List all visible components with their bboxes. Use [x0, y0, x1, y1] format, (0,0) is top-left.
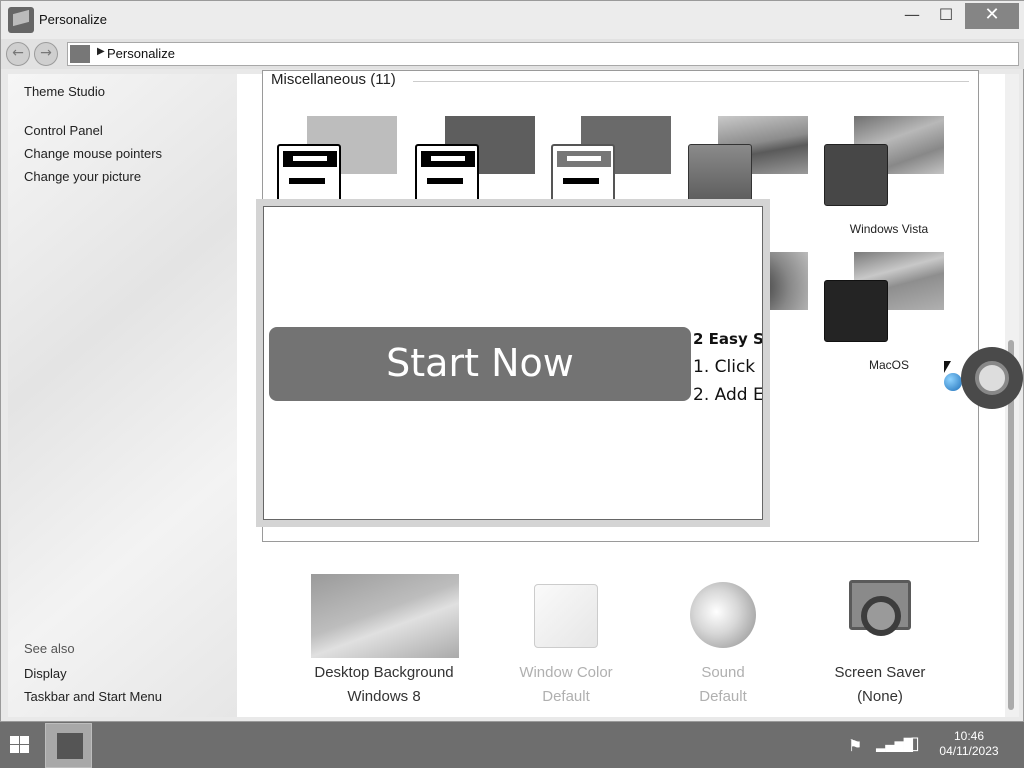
see-also-heading: See also	[24, 641, 75, 656]
maximize-button[interactable]: ☐	[923, 1, 969, 31]
promo-popup: Start Now 2 Easy Ste 1. Click " 2. Add E…	[256, 199, 770, 527]
taskbar-personalize-app[interactable]	[45, 723, 92, 768]
mouse-cursor-icon	[944, 361, 951, 373]
popup-content: Start Now 2 Easy Ste 1. Click " 2. Add E…	[263, 206, 763, 520]
forward-button[interactable]: →	[34, 42, 58, 66]
personalize-window: Personalize — ☐ ✕ ← → ▶ Personalize Them…	[0, 0, 1024, 722]
steps-heading: 2 Easy Ste	[693, 330, 763, 348]
theme-window-preview	[415, 144, 479, 206]
sidebar-link-control-panel[interactable]: Control Panel	[24, 123, 103, 138]
taskbar-clock[interactable]: 10:46 04/11/2023	[936, 729, 1002, 759]
theme-label: MacOS	[868, 358, 909, 372]
action-center-flag-icon[interactable]: ⚑	[848, 736, 862, 755]
address-bar: ← → ▶ Personalize	[1, 39, 1024, 69]
theme-tile-windows-vista[interactable]: Windows Vista	[824, 116, 954, 236]
window-color-swatch	[534, 584, 598, 648]
theme-window-preview	[277, 144, 341, 206]
sidebar-link-taskbar-start-menu[interactable]: Taskbar and Start Menu	[24, 689, 162, 704]
address-field[interactable]: ▶ Personalize	[67, 42, 1019, 66]
desktop-background-value: Windows 8	[347, 688, 421, 705]
windows-start-icon[interactable]	[10, 736, 30, 754]
control-panel-icon	[70, 45, 90, 63]
theme-label: Windows Vista	[849, 222, 929, 236]
desktop-background-thumbnail	[311, 574, 459, 658]
screen-saver-label: Screen Saver	[834, 664, 926, 681]
section-divider	[413, 81, 969, 82]
desktop-background-label: Desktop Background	[314, 664, 454, 681]
theme-tile-macos[interactable]: MacOS	[824, 252, 954, 372]
screen-saver-value: (None)	[857, 688, 903, 705]
clock-date: 04/11/2023	[939, 744, 999, 758]
theme-window-preview	[824, 144, 888, 206]
sidebar-link-change-mouse-pointers[interactable]: Change mouse pointers	[24, 146, 162, 161]
theme-window-preview	[551, 144, 615, 206]
back-button[interactable]: ←	[6, 42, 30, 66]
clock-time: 10:46	[953, 729, 985, 743]
breadcrumb-personalize[interactable]: Personalize	[107, 46, 175, 61]
globe-icon	[944, 373, 962, 391]
close-button[interactable]: ✕	[965, 3, 1019, 29]
no-symbol-icon	[861, 596, 901, 636]
title-bar[interactable]: Personalize — ☐ ✕	[1, 1, 1024, 39]
window-color-value: Default	[542, 688, 590, 705]
window-color-label: Window Color	[519, 664, 613, 681]
sidebar-link-change-your-picture[interactable]: Change your picture	[24, 169, 141, 184]
section-title-miscellaneous: Miscellaneous (11)	[271, 71, 402, 88]
popup-steps: 2 Easy Ste 1. Click " 2. Add Ex	[693, 325, 763, 409]
floating-assistant-button[interactable]	[961, 347, 1023, 409]
sound-label: Sound	[701, 664, 745, 681]
theme-window-preview	[688, 144, 752, 206]
start-now-button[interactable]: Start Now	[269, 327, 691, 401]
sound-value: Default	[699, 688, 747, 705]
step-2-text: 2. Add Ex	[693, 385, 763, 405]
step-1-text: 1. Click "	[693, 357, 763, 377]
breadcrumb-chevron-icon[interactable]: ▶	[97, 46, 105, 57]
sidebar: Theme Studio Control Panel Change mouse …	[8, 74, 237, 717]
speaker-icon	[690, 582, 756, 648]
taskbar: ⚑ ▂▄▆█ ▯ 10:46 04/11/2023	[0, 722, 1024, 768]
battery-icon[interactable]: ▯	[910, 733, 920, 754]
sidebar-link-display[interactable]: Display	[24, 666, 67, 681]
window-title: Personalize	[39, 12, 107, 27]
theme-window-preview	[824, 280, 888, 342]
sidebar-link-theme-studio[interactable]: Theme Studio	[24, 84, 105, 99]
personalize-app-icon	[8, 7, 34, 33]
network-signal-icon[interactable]: ▂▄▆█	[876, 738, 913, 752]
